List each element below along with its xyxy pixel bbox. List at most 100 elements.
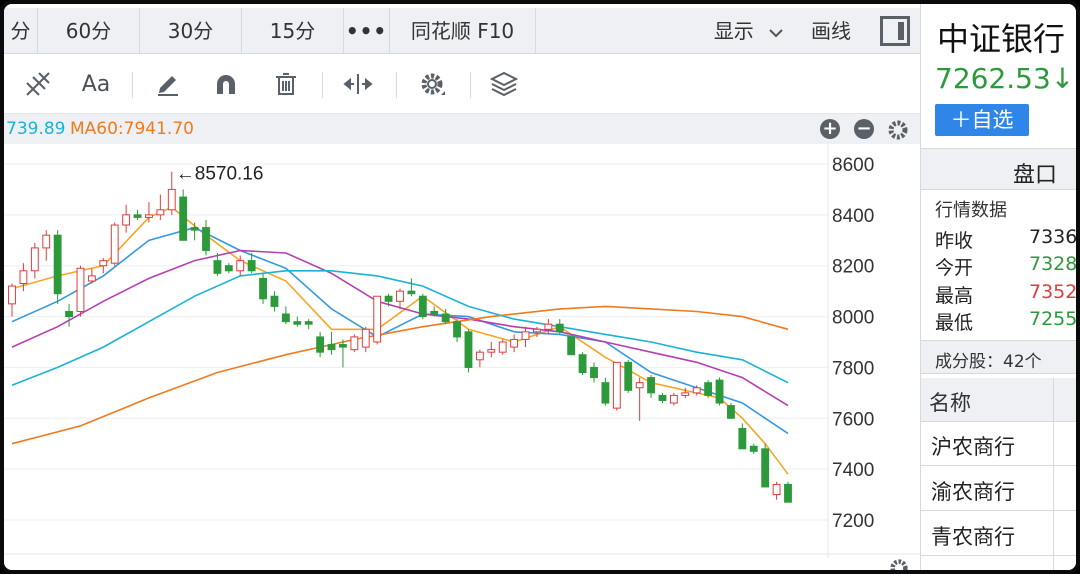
constituents-count-label: 成分股：42个 xyxy=(935,352,1042,372)
candle-body xyxy=(316,336,325,353)
candle-body xyxy=(373,295,382,343)
toolbar-divider xyxy=(132,72,133,98)
candle-body xyxy=(350,336,359,351)
candle-body xyxy=(624,361,633,391)
y-tick-label: 8400 xyxy=(832,206,874,227)
app-window: 分 60分 30分 15分 ••• 同花顺 F10 显示 画线 Aa 739.8… xyxy=(0,0,1080,574)
display-label: 显示 xyxy=(713,19,754,43)
quote-label: 最低 xyxy=(935,312,974,334)
candle-body xyxy=(213,260,222,274)
stock-price: 7262.53↓ xyxy=(935,62,1075,95)
table-row[interactable]: 沪农商行 xyxy=(921,422,1076,466)
candle-body xyxy=(361,328,370,348)
candle-body xyxy=(453,321,461,338)
period-tab-clipped[interactable]: 分 xyxy=(4,8,38,54)
constituents-count: 成分股：42个 xyxy=(921,340,1076,374)
text-tool-icon[interactable]: Aa xyxy=(76,66,116,102)
candle-body xyxy=(681,392,690,396)
toolbar-divider xyxy=(322,72,323,98)
candle-body xyxy=(122,214,131,226)
constituents-table-header[interactable]: 名称 xyxy=(921,378,1076,422)
quote-panel: 中证银行 7262.53↓ ＋自选 盘口 行情数据 昨收 7336 今开 732… xyxy=(920,4,1078,570)
candle-body xyxy=(749,445,758,452)
period-tab-15min[interactable]: 15分 xyxy=(242,8,344,54)
candle-body xyxy=(145,214,153,218)
candle-body xyxy=(396,290,404,302)
quote-label: 今开 xyxy=(935,257,974,279)
y-tick-label: 7200 xyxy=(832,511,874,532)
candle-body xyxy=(293,321,302,325)
stock-name: 中证银行 xyxy=(937,20,1066,58)
quote-row-prev-close: 昨收 7336 xyxy=(935,226,1078,253)
candle-body xyxy=(784,483,792,503)
panel-toggle-icon[interactable] xyxy=(880,16,910,46)
period-tab-60min[interactable]: 60分 xyxy=(38,8,140,54)
candle-body xyxy=(167,188,176,211)
drawing-toolbar: Aa xyxy=(4,54,920,114)
candle-body xyxy=(76,267,85,312)
period-tab-30min[interactable]: 30分 xyxy=(140,8,242,54)
candle-body xyxy=(475,351,484,361)
candle-body xyxy=(259,277,267,300)
candle-body xyxy=(715,379,724,404)
indicator-legend: 739.89 MA60:7941.70 + − xyxy=(4,114,920,144)
pen-icon[interactable] xyxy=(148,66,188,102)
name-column-header: 名称 xyxy=(929,391,971,415)
column-divider xyxy=(1053,378,1054,570)
range-measure-icon[interactable] xyxy=(338,66,378,102)
candle-body xyxy=(247,260,256,272)
candle-body xyxy=(567,336,576,356)
candle-body xyxy=(190,227,199,231)
table-row[interactable]: 青农商行 xyxy=(921,512,1076,556)
more-periods-button[interactable]: ••• xyxy=(344,8,390,54)
candle-body xyxy=(53,234,62,295)
quote-value: 7255 xyxy=(1029,308,1078,330)
magnet-icon[interactable] xyxy=(206,66,246,102)
candle-body xyxy=(19,270,28,285)
quote-row-open: 今开 7328 xyxy=(935,253,1076,280)
quote-label: 昨收 xyxy=(935,230,974,252)
candle-body xyxy=(430,310,439,315)
candle-body xyxy=(87,275,96,282)
candle-body xyxy=(635,382,644,389)
candle-body xyxy=(110,224,119,264)
period-tab-bar: 分 60分 30分 15分 ••• 同花顺 F10 显示 画线 xyxy=(4,8,920,54)
candle-body xyxy=(339,344,347,348)
multi-line-draw-icon[interactable] xyxy=(18,66,58,102)
table-row[interactable]: 渝农商行 xyxy=(921,467,1076,511)
order-book-label: 盘口 xyxy=(1012,163,1057,188)
ma60-value: MA60:7941.70 xyxy=(70,119,194,139)
candle-body xyxy=(42,234,51,249)
f10-button[interactable]: 同花顺 F10 xyxy=(390,8,536,54)
y-tick-label: 7600 xyxy=(832,409,874,430)
chevron-down-icon xyxy=(769,28,783,37)
zoom-in-icon[interactable]: + xyxy=(820,119,840,139)
add-watchlist-button[interactable]: ＋自选 xyxy=(935,104,1029,136)
candle-body xyxy=(578,354,587,374)
candle-body xyxy=(407,290,416,295)
ma-clipped-value: 739.89 xyxy=(6,119,66,139)
stock-name-cell: 重庆银行 xyxy=(931,566,1015,570)
candle-body xyxy=(418,295,427,318)
candle-body xyxy=(498,341,507,353)
candle-body xyxy=(30,247,39,272)
order-book-tab[interactable]: 盘口 xyxy=(921,148,1076,190)
y-tick-label: 7800 xyxy=(832,358,874,379)
table-row[interactable]: 重庆银行 xyxy=(921,557,1076,570)
settings-icon[interactable] xyxy=(412,66,452,102)
indicator-settings-icon[interactable] xyxy=(886,118,910,142)
candlestick-chart[interactable]: 8600 8400 8200 8000 7800 7600 7400 7200 ←8570.1… xyxy=(4,144,920,558)
lower-panel-settings-icon[interactable] xyxy=(888,558,910,574)
layers-icon[interactable] xyxy=(484,66,524,102)
delete-icon[interactable] xyxy=(266,66,306,102)
y-tick-label: 7400 xyxy=(832,460,874,481)
candle-body xyxy=(521,331,530,340)
draw-line-button[interactable]: 画线 xyxy=(800,8,862,54)
candle-body xyxy=(179,196,188,241)
zoom-out-icon[interactable]: − xyxy=(854,119,874,139)
quote-value: 7336 xyxy=(1029,226,1078,248)
candle-body xyxy=(224,265,233,272)
display-menu-button[interactable]: 显示 xyxy=(704,8,794,54)
high-price-annotation: ←8570.16 xyxy=(176,164,264,185)
candle-body xyxy=(304,321,313,325)
